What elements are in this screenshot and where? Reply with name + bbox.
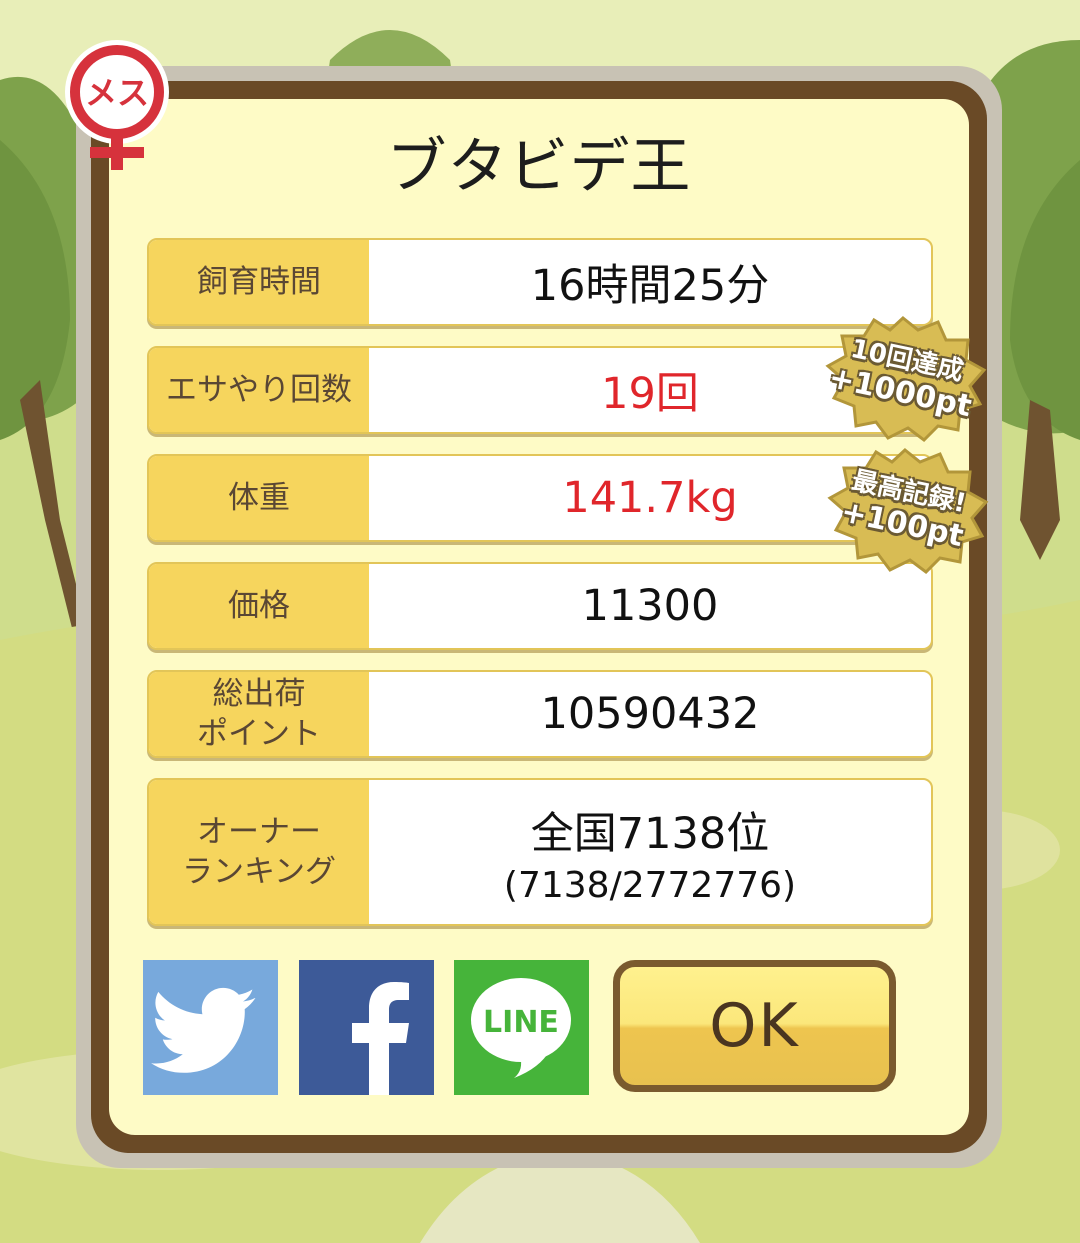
stat-label: 総出荷 ポイント	[149, 672, 369, 756]
share-facebook-button[interactable]	[299, 960, 434, 1095]
stat-label: エサやり回数	[149, 348, 369, 432]
pig-name: ブタビデ王	[386, 132, 692, 202]
share-twitter-button[interactable]	[143, 960, 278, 1095]
line-label: LINE	[483, 1005, 559, 1040]
stat-value-group: 全国7138位 (7138/2772776)	[369, 780, 931, 924]
reward-sticker: 10回達成 +1000pt	[818, 314, 988, 444]
stat-value: 10590432	[540, 689, 760, 739]
share-line-button[interactable]: LINE	[454, 960, 589, 1095]
stat-label: 価格	[149, 564, 369, 648]
ranking-detail: (7138/2772776)	[503, 864, 797, 906]
line-icon: LINE	[471, 978, 571, 1078]
stat-row-shipping-points: 総出荷 ポイント 10590432	[147, 670, 933, 758]
reward-sticker: 最高記録! +100pt	[820, 446, 990, 576]
stat-row-price: 価格 11300	[147, 562, 933, 650]
stat-label: オーナー ランキング	[149, 780, 369, 924]
stat-row-weight: 体重 141.7kg	[147, 454, 933, 542]
stat-label: 体重	[149, 456, 369, 540]
stat-label: 飼育時間	[149, 240, 369, 324]
twitter-bird-icon	[151, 987, 256, 1073]
ranking-value: 全国7138位	[530, 808, 770, 859]
stat-value: 11300	[581, 581, 719, 631]
gender-label: メス	[85, 74, 149, 112]
stat-row-breeding-time: 飼育時間 16時間25分	[147, 238, 933, 326]
ok-button[interactable]: OK	[613, 960, 896, 1092]
facebook-f-icon	[352, 982, 409, 1095]
stat-row-owner-ranking: オーナー ランキング 全国7138位 (7138/2772776)	[147, 778, 933, 926]
